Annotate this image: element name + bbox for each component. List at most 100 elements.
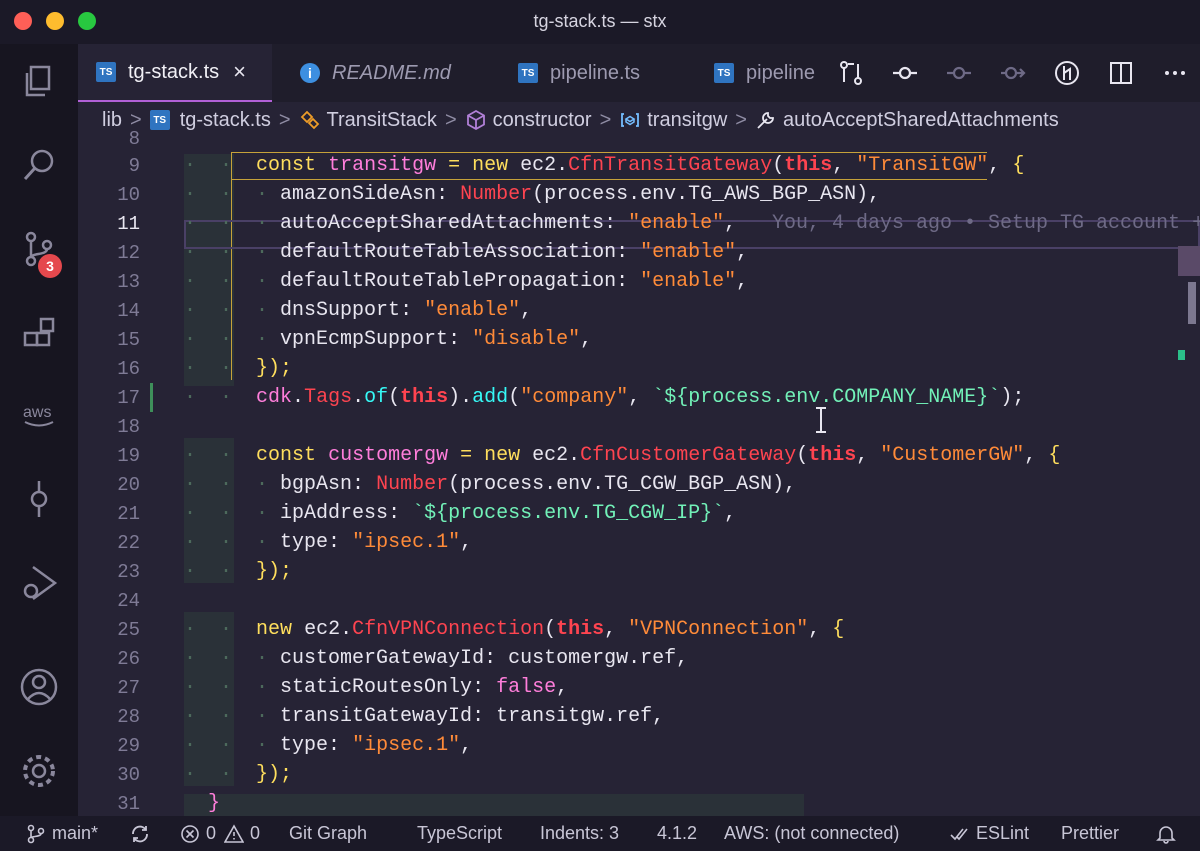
prettier-status[interactable]: Prettier <box>1061 816 1119 851</box>
activity-bar: 3 aws <box>0 44 78 816</box>
git-commit-icon <box>947 66 971 80</box>
tab-pipeline[interactable]: TS pipeline.ts <box>518 44 640 102</box>
arrow-right-commit-icon <box>1001 66 1026 80</box>
more-actions-button[interactable] <box>1150 53 1200 93</box>
code-line: 11 · · · autoAcceptSharedAttachments: "e… <box>78 209 1200 238</box>
code-text: · · · vpnEcmpSupport: "disable", <box>184 328 593 351</box>
git-commit-icon <box>893 66 917 80</box>
title-bar: tg-stack.ts — stx <box>0 0 1200 45</box>
tab-label: README.md <box>332 61 451 84</box>
bell-icon <box>1156 825 1176 844</box>
typescript-file-icon: TS <box>714 63 734 83</box>
tab-pipeline-2[interactable]: TS pipeline <box>714 44 815 102</box>
search-icon <box>23 149 54 181</box>
files-icon <box>25 65 51 97</box>
indentation-status[interactable]: Indents: 3 <box>540 816 619 851</box>
line-number: 20 <box>117 473 140 496</box>
error-count: 0 <box>206 823 217 843</box>
aws-button[interactable]: aws <box>0 384 78 442</box>
status-bar: main* 0 0 Git Graph TypeScript Indents: … <box>0 816 1200 851</box>
previous-change-button[interactable] <box>934 53 984 93</box>
code-line: 30 · · }); <box>78 760 1178 789</box>
git-lens-button[interactable] <box>1042 53 1092 93</box>
open-changes-button[interactable] <box>826 53 876 93</box>
accounts-button[interactable] <box>0 658 78 716</box>
language-mode[interactable]: TypeScript <box>417 816 502 851</box>
code-line: 10 · · · amazonSideAsn: Number(process.e… <box>78 180 1178 209</box>
code-text: · · const customergw = new ec2.CfnCustom… <box>184 444 1061 467</box>
git-commit-button[interactable] <box>880 53 930 93</box>
code-line: 18 <box>78 412 1178 441</box>
settings-button[interactable] <box>0 742 78 800</box>
tab-label: tg-stack.ts <box>128 60 220 83</box>
code-line: 20 · · · bgpAsn: Number(process.env.TG_C… <box>78 470 1178 499</box>
code-text: · · const transitgw = new ec2.CfnTransit… <box>184 154 1025 177</box>
line-number: 14 <box>117 299 140 322</box>
code-text: · · · ipAddress: `${process.env.TG_CGW_I… <box>184 502 737 525</box>
line-number: 24 <box>117 589 140 612</box>
code-text: · · · defaultRouteTablePropagation: "ena… <box>184 270 749 293</box>
next-change-button[interactable] <box>988 53 1038 93</box>
line-number: 28 <box>117 705 140 728</box>
tab-tg-stack[interactable]: TS tg-stack.ts × <box>78 44 272 102</box>
line-number: 17 <box>117 386 140 409</box>
code-text: · · · transitGatewayId: transitgw.ref, <box>184 705 665 728</box>
double-check-icon <box>950 828 968 840</box>
compare-changes-icon <box>840 61 862 85</box>
problems-status[interactable]: 0 0 <box>180 816 260 851</box>
source-control-button[interactable]: 3 <box>0 220 78 278</box>
account-icon <box>20 668 58 706</box>
code-line: 15 · · · vpnEcmpSupport: "disable", <box>78 325 1178 354</box>
code-text: · · }); <box>184 763 293 786</box>
svg-text:aws: aws <box>23 404 51 421</box>
git-timeline-button[interactable] <box>0 470 78 528</box>
minimap-slider[interactable] <box>1178 246 1200 276</box>
git-commit-icon <box>30 481 48 517</box>
ellipsis-icon <box>1165 71 1185 75</box>
tab-readme[interactable]: i README.md <box>300 44 451 102</box>
extensions-button[interactable] <box>0 306 78 364</box>
code-text: · · }); <box>184 357 293 380</box>
code-text: · · · defaultRouteTableAssociation: "ena… <box>184 241 749 264</box>
split-editor-button[interactable] <box>1096 53 1146 93</box>
tab-label: pipeline <box>746 61 815 84</box>
line-number: 11 <box>117 212 140 235</box>
code-line: 17 · · cdk.Tags.of(this).add("company", … <box>78 383 1178 412</box>
error-icon <box>181 824 199 843</box>
info-icon: i <box>300 63 320 83</box>
git-blame-annotation: You, 4 days ago • Setup TG account + <box>772 212 1200 235</box>
code-line: 13 · · · defaultRouteTablePropagation: "… <box>78 267 1178 296</box>
search-button[interactable] <box>0 136 78 194</box>
line-number: 18 <box>117 415 140 438</box>
code-line: 29 · · · type: "ipsec.1", <box>78 731 1178 760</box>
code-text: · · · autoAcceptSharedAttachments: "enab… <box>184 212 737 235</box>
code-line: 22 · · · type: "ipsec.1", <box>78 528 1178 557</box>
code-text: · · cdk.Tags.of(this).add("company", `${… <box>184 386 1025 409</box>
line-number: 29 <box>117 734 140 757</box>
code-line: 9 · · const transitgw = new ec2.CfnTrans… <box>78 151 1178 180</box>
editor-toolbar <box>822 44 1200 102</box>
scrollbar-thumb[interactable] <box>1188 282 1196 324</box>
sync-button[interactable] <box>130 816 156 851</box>
code-editor[interactable]: 8 9 · · const transitgw = new ec2.CfnTra… <box>78 128 1200 816</box>
code-line: 24 <box>78 586 1178 615</box>
line-number: 22 <box>117 531 140 554</box>
eslint-status[interactable]: ESLint <box>950 816 1029 851</box>
git-graph-button[interactable]: Git Graph <box>289 816 367 851</box>
minimap-change-marker <box>1178 350 1185 360</box>
close-tab-icon[interactable]: × <box>233 59 246 85</box>
git-branch-status[interactable]: main* <box>26 816 98 851</box>
code-line: 12 · · · defaultRouteTableAssociation: "… <box>78 238 1178 267</box>
typescript-version[interactable]: 4.1.2 <box>657 816 697 851</box>
line-number: 16 <box>117 357 140 380</box>
code-text: · · · dnsSupport: "enable", <box>184 299 533 322</box>
explorer-button[interactable] <box>0 52 78 110</box>
aws-icon: aws <box>23 404 54 427</box>
notifications-button[interactable] <box>1156 816 1182 851</box>
code-line: 26 · · · customerGatewayId: customergw.r… <box>78 644 1178 673</box>
code-line: 27 · · · staticRoutesOnly: false, <box>78 673 1178 702</box>
sync-icon <box>132 825 148 842</box>
code-text: · · · type: "ipsec.1", <box>184 734 473 757</box>
run-debug-button[interactable] <box>0 554 78 612</box>
aws-connection-status[interactable]: AWS: (not connected) <box>724 816 899 851</box>
